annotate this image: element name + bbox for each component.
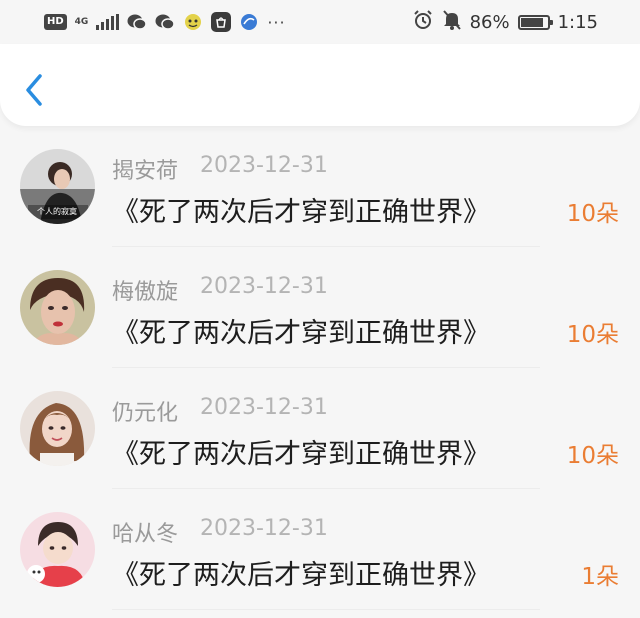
list-item[interactable]: 梅傲旋 2023-12-31 《死了两次后才穿到正确世界》 10朵 bbox=[0, 247, 640, 368]
book-title[interactable]: 《死了两次后才穿到正确世界》 bbox=[112, 311, 490, 350]
avatar[interactable] bbox=[20, 512, 95, 587]
sender-name: 仍元化 bbox=[112, 401, 179, 426]
avatar[interactable] bbox=[20, 391, 95, 466]
network-type: 4G bbox=[74, 16, 89, 27]
sender-name: 揭安荷 bbox=[112, 159, 179, 184]
mute-bell-icon bbox=[442, 9, 462, 35]
record-date: 2023-12-31 bbox=[200, 516, 328, 541]
top-nav-bar bbox=[0, 44, 640, 126]
status-bar: HD 4G ··· 86% 1:15 bbox=[0, 0, 640, 44]
record-date: 2023-12-31 bbox=[200, 153, 328, 178]
divider bbox=[112, 609, 540, 610]
signal-icon bbox=[96, 14, 120, 30]
battery-icon bbox=[517, 14, 553, 30]
avatar-caption: 个人的寂寞 bbox=[37, 206, 77, 216]
sender-name: 梅傲旋 bbox=[112, 280, 179, 305]
status-bar-right: 86% 1:15 bbox=[412, 10, 598, 34]
book-title[interactable]: 《死了两次后才穿到正确世界》 bbox=[112, 190, 490, 229]
browser-icon bbox=[239, 12, 259, 32]
gift-record-list: 个人的寂寞 揭安荷 2023-12-31 《死了两次后才穿到正确世界》 10朵 … bbox=[0, 126, 640, 610]
flower-amount: 10朵 bbox=[566, 201, 619, 227]
list-item[interactable]: 仍元化 2023-12-31 《死了两次后才穿到正确世界》 10朵 bbox=[0, 368, 640, 489]
alarm-icon bbox=[412, 9, 434, 35]
avatar[interactable] bbox=[20, 270, 95, 345]
book-title[interactable]: 《死了两次后才穿到正确世界》 bbox=[112, 432, 490, 471]
sender-name: 哈从冬 bbox=[112, 522, 179, 547]
flower-amount: 1朵 bbox=[581, 564, 619, 590]
wechat-icon bbox=[127, 12, 148, 32]
list-item[interactable]: 哈从冬 2023-12-31 《死了两次后才穿到正确世界》 1朵 bbox=[0, 489, 640, 610]
flower-amount: 10朵 bbox=[566, 322, 619, 348]
avatar[interactable]: 个人的寂寞 bbox=[20, 149, 95, 224]
list-item[interactable]: 个人的寂寞 揭安荷 2023-12-31 《死了两次后才穿到正确世界》 10朵 bbox=[0, 126, 640, 247]
wechat-icon bbox=[155, 12, 176, 32]
battery-percent: 86% bbox=[469, 11, 510, 33]
flower-amount: 10朵 bbox=[566, 443, 619, 469]
status-bar-left: HD 4G ··· bbox=[44, 10, 286, 34]
more-icon: ··· bbox=[267, 12, 286, 32]
chevron-left-icon[interactable] bbox=[20, 70, 52, 110]
record-date: 2023-12-31 bbox=[200, 395, 328, 420]
book-title[interactable]: 《死了两次后才穿到正确世界》 bbox=[112, 553, 490, 592]
shopping-bag-icon bbox=[211, 12, 232, 32]
record-date: 2023-12-31 bbox=[200, 274, 328, 299]
clock-time: 1:15 bbox=[557, 11, 598, 33]
hd-badge: HD bbox=[44, 14, 67, 30]
app-icon bbox=[183, 12, 203, 32]
